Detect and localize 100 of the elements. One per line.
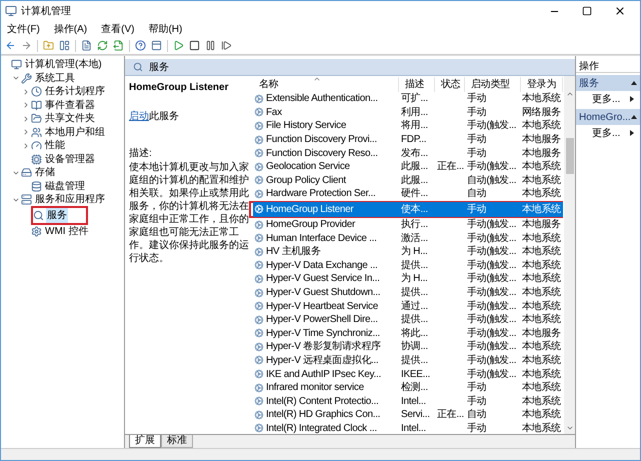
- column-header[interactable]: 启动类型: [465, 77, 521, 92]
- table-cell-text: IKE and AuthIP IPsec Key...: [266, 368, 381, 382]
- table-cell-text: Function Discovery Reso...: [266, 146, 378, 161]
- panel-icon[interactable]: [59, 40, 70, 51]
- table-cell: 正在...: [437, 409, 464, 420]
- table-row[interactable]: Group Policy Client 此服... 自动(触发... 本地系统: [253, 172, 563, 188]
- menu-item[interactable]: 操作(A): [54, 22, 88, 36]
- table-row[interactable]: IKE and AuthIP IPsec Key... IKEE... 手动(触发... 本地系统: [253, 366, 563, 382]
- action-section[interactable]: 服务: [576, 75, 640, 91]
- table-row[interactable]: Intel(R) Content Protectio... Intel... 手动 本地系统: [253, 394, 563, 409]
- tree-item[interactable]: 本地用户和组: [44, 124, 106, 140]
- table-row[interactable]: File History Service 将用... 手动(触发... 本地系统: [253, 118, 563, 134]
- forward-icon[interactable]: [21, 40, 32, 51]
- table-cell-text: Hyper-V Guest Service In...: [266, 272, 380, 286]
- service-icon: [254, 369, 264, 380]
- table-row[interactable]: Extensible Authentication... 可扩... 手动 本地系统: [253, 91, 563, 106]
- maximize-icon[interactable]: [582, 6, 592, 16]
- service-icon: [254, 382, 264, 393]
- column-header[interactable]: 登录为: [521, 77, 563, 92]
- expand-icon[interactable]: [22, 88, 30, 96]
- tree-item[interactable]: 服务: [46, 208, 68, 223]
- table-row[interactable]: Human Interface Device ... 激活... 手动(触发... 本地系统: [253, 230, 563, 246]
- tree-item[interactable]: 事件查看器: [44, 98, 96, 113]
- tree-item[interactable]: 磁盘管理: [44, 178, 86, 194]
- close-icon[interactable]: [614, 5, 626, 17]
- column-header[interactable]: 名称: [253, 77, 399, 92]
- expand-icon[interactable]: [22, 101, 30, 110]
- table-row[interactable]: Hyper-V 卷影复制请求程序 协调... 手动(触发... 本地系统: [253, 339, 563, 354]
- tree-item[interactable]: 任务计划程序: [44, 84, 106, 100]
- menu-item[interactable]: 文件(F): [7, 22, 40, 36]
- expand-icon[interactable]: [22, 142, 30, 150]
- table-cell: 手动: [467, 204, 486, 215]
- table-cell: 本地系统: [522, 93, 561, 104]
- table-row[interactable]: Hyper-V PowerShell Dire... 提供... 手动(触发... 本地系统: [253, 312, 563, 328]
- scroll-up-icon[interactable]: [566, 90, 574, 98]
- table-cell: 手动: [467, 134, 486, 146]
- table-row[interactable]: HomeGroup Listener 使本... 手动 本地系统: [253, 202, 563, 217]
- table-cell: 使本...: [401, 204, 428, 215]
- service-icon: [254, 162, 264, 172]
- scroll-down-icon[interactable]: [566, 424, 574, 432]
- table-cell: Intel...: [401, 422, 426, 434]
- table-row[interactable]: Hardware Protection Ser... 硬件... 自动 本地系统: [253, 186, 563, 202]
- scrollbar[interactable]: [564, 76, 575, 434]
- table-cell: 正在...: [437, 161, 464, 172]
- table-row[interactable]: Function Discovery Reso... 发布... 手动 本地服务: [253, 146, 563, 161]
- menu-item[interactable]: 查看(V): [101, 22, 134, 36]
- tree-item[interactable]: 系统工具: [34, 70, 76, 86]
- table-row[interactable]: HomeGroup Provider 执行... 手动(触发... 本地服务: [253, 217, 563, 232]
- pause-icon[interactable]: [205, 40, 216, 51]
- window-icon[interactable]: [151, 40, 162, 51]
- table-row[interactable]: Hyper-V Heartbeat Service 通过... 手动(触发... 本地系统: [253, 298, 563, 314]
- table-cell-text: HV 主机服务: [266, 244, 321, 260]
- table-row[interactable]: Hyper-V Guest Service In... 为 H... 手动(触发... 本地系统: [253, 271, 563, 286]
- document-icon[interactable]: [81, 40, 92, 51]
- table-cell: 手动(触发...: [467, 232, 516, 244]
- start-link[interactable]: 启动: [129, 111, 149, 122]
- table-cell: 提供...: [401, 260, 428, 271]
- table-cell: 手动(触发...: [467, 273, 516, 284]
- service-icon: [254, 423, 264, 434]
- table-row[interactable]: Infrared monitor service 检测... 手动 本地系统: [253, 380, 563, 396]
- expand-icon[interactable]: [22, 128, 30, 136]
- table-cell: 本地系统: [522, 314, 561, 326]
- step-forward-icon[interactable]: [221, 40, 232, 51]
- tree-item[interactable]: 设备管理器: [44, 152, 96, 167]
- play-icon[interactable]: [173, 40, 184, 51]
- table-row[interactable]: HV 主机服务 为 H... 手动(触发... 本地系统: [253, 244, 563, 260]
- service-icon: [254, 188, 264, 199]
- column-header[interactable]: 描述: [399, 77, 435, 92]
- refresh-icon[interactable]: [97, 40, 108, 51]
- table-row[interactable]: Hyper-V 远程桌面虚拟化... 提供... 手动(触发... 本地系统: [253, 352, 563, 368]
- tree-node-icon: [33, 210, 44, 221]
- table-row[interactable]: Hyper-V Guest Shutdown... 提供... 手动(触发... 本地系统: [253, 285, 563, 300]
- help-icon[interactable]: [135, 40, 146, 51]
- tree-item[interactable]: 服务和应用程序: [34, 192, 106, 208]
- table-row[interactable]: Hyper-V Data Exchange ... 提供... 手动(触发... 本地系统: [253, 258, 563, 273]
- column-header[interactable]: 状态: [435, 77, 465, 92]
- tree-item[interactable]: 计算机管理(本地): [24, 57, 103, 72]
- tree-item[interactable]: 共享文件夹: [44, 111, 96, 126]
- tree-item[interactable]: 存储: [34, 165, 56, 180]
- tree-node-icon: [31, 226, 42, 237]
- expand-icon[interactable]: [22, 114, 30, 123]
- table-row[interactable]: Fax 利用... 手动 网络服务: [253, 104, 563, 120]
- back-icon[interactable]: [5, 40, 16, 51]
- stop-icon[interactable]: [189, 40, 200, 51]
- submenu-icon: [630, 96, 634, 102]
- table-row[interactable]: Geolocation Service 此服... 正在... 手动(触发... 本地系统: [253, 159, 563, 174]
- scroll-thumb[interactable]: [566, 138, 574, 174]
- menu-item[interactable]: 帮助(H): [148, 22, 182, 36]
- table-row[interactable]: Intel(R) HD Graphics Con... Servi... 正在... 自动 本地系统: [253, 407, 563, 422]
- table-row[interactable]: Intel(R) Integrated Clock ... Intel... 手动 本地系统: [253, 420, 563, 436]
- action-item[interactable]: 更多...: [592, 92, 620, 106]
- table-row[interactable]: Function Discovery Provi... FDP... 手动 本地服务: [253, 132, 563, 148]
- export-icon[interactable]: [113, 40, 124, 51]
- view-tab[interactable]: 标准: [161, 435, 193, 448]
- table-row[interactable]: Hyper-V Time Synchroniz... 将此... 手动(触发... 本地服务: [253, 326, 563, 341]
- tree-item[interactable]: WMI 控件: [44, 224, 90, 239]
- tree-item[interactable]: 性能: [44, 138, 66, 154]
- view-tab[interactable]: 扩展: [129, 435, 161, 448]
- action-item[interactable]: 更多...: [592, 126, 620, 140]
- action-section[interactable]: HomeGro...: [576, 109, 640, 125]
